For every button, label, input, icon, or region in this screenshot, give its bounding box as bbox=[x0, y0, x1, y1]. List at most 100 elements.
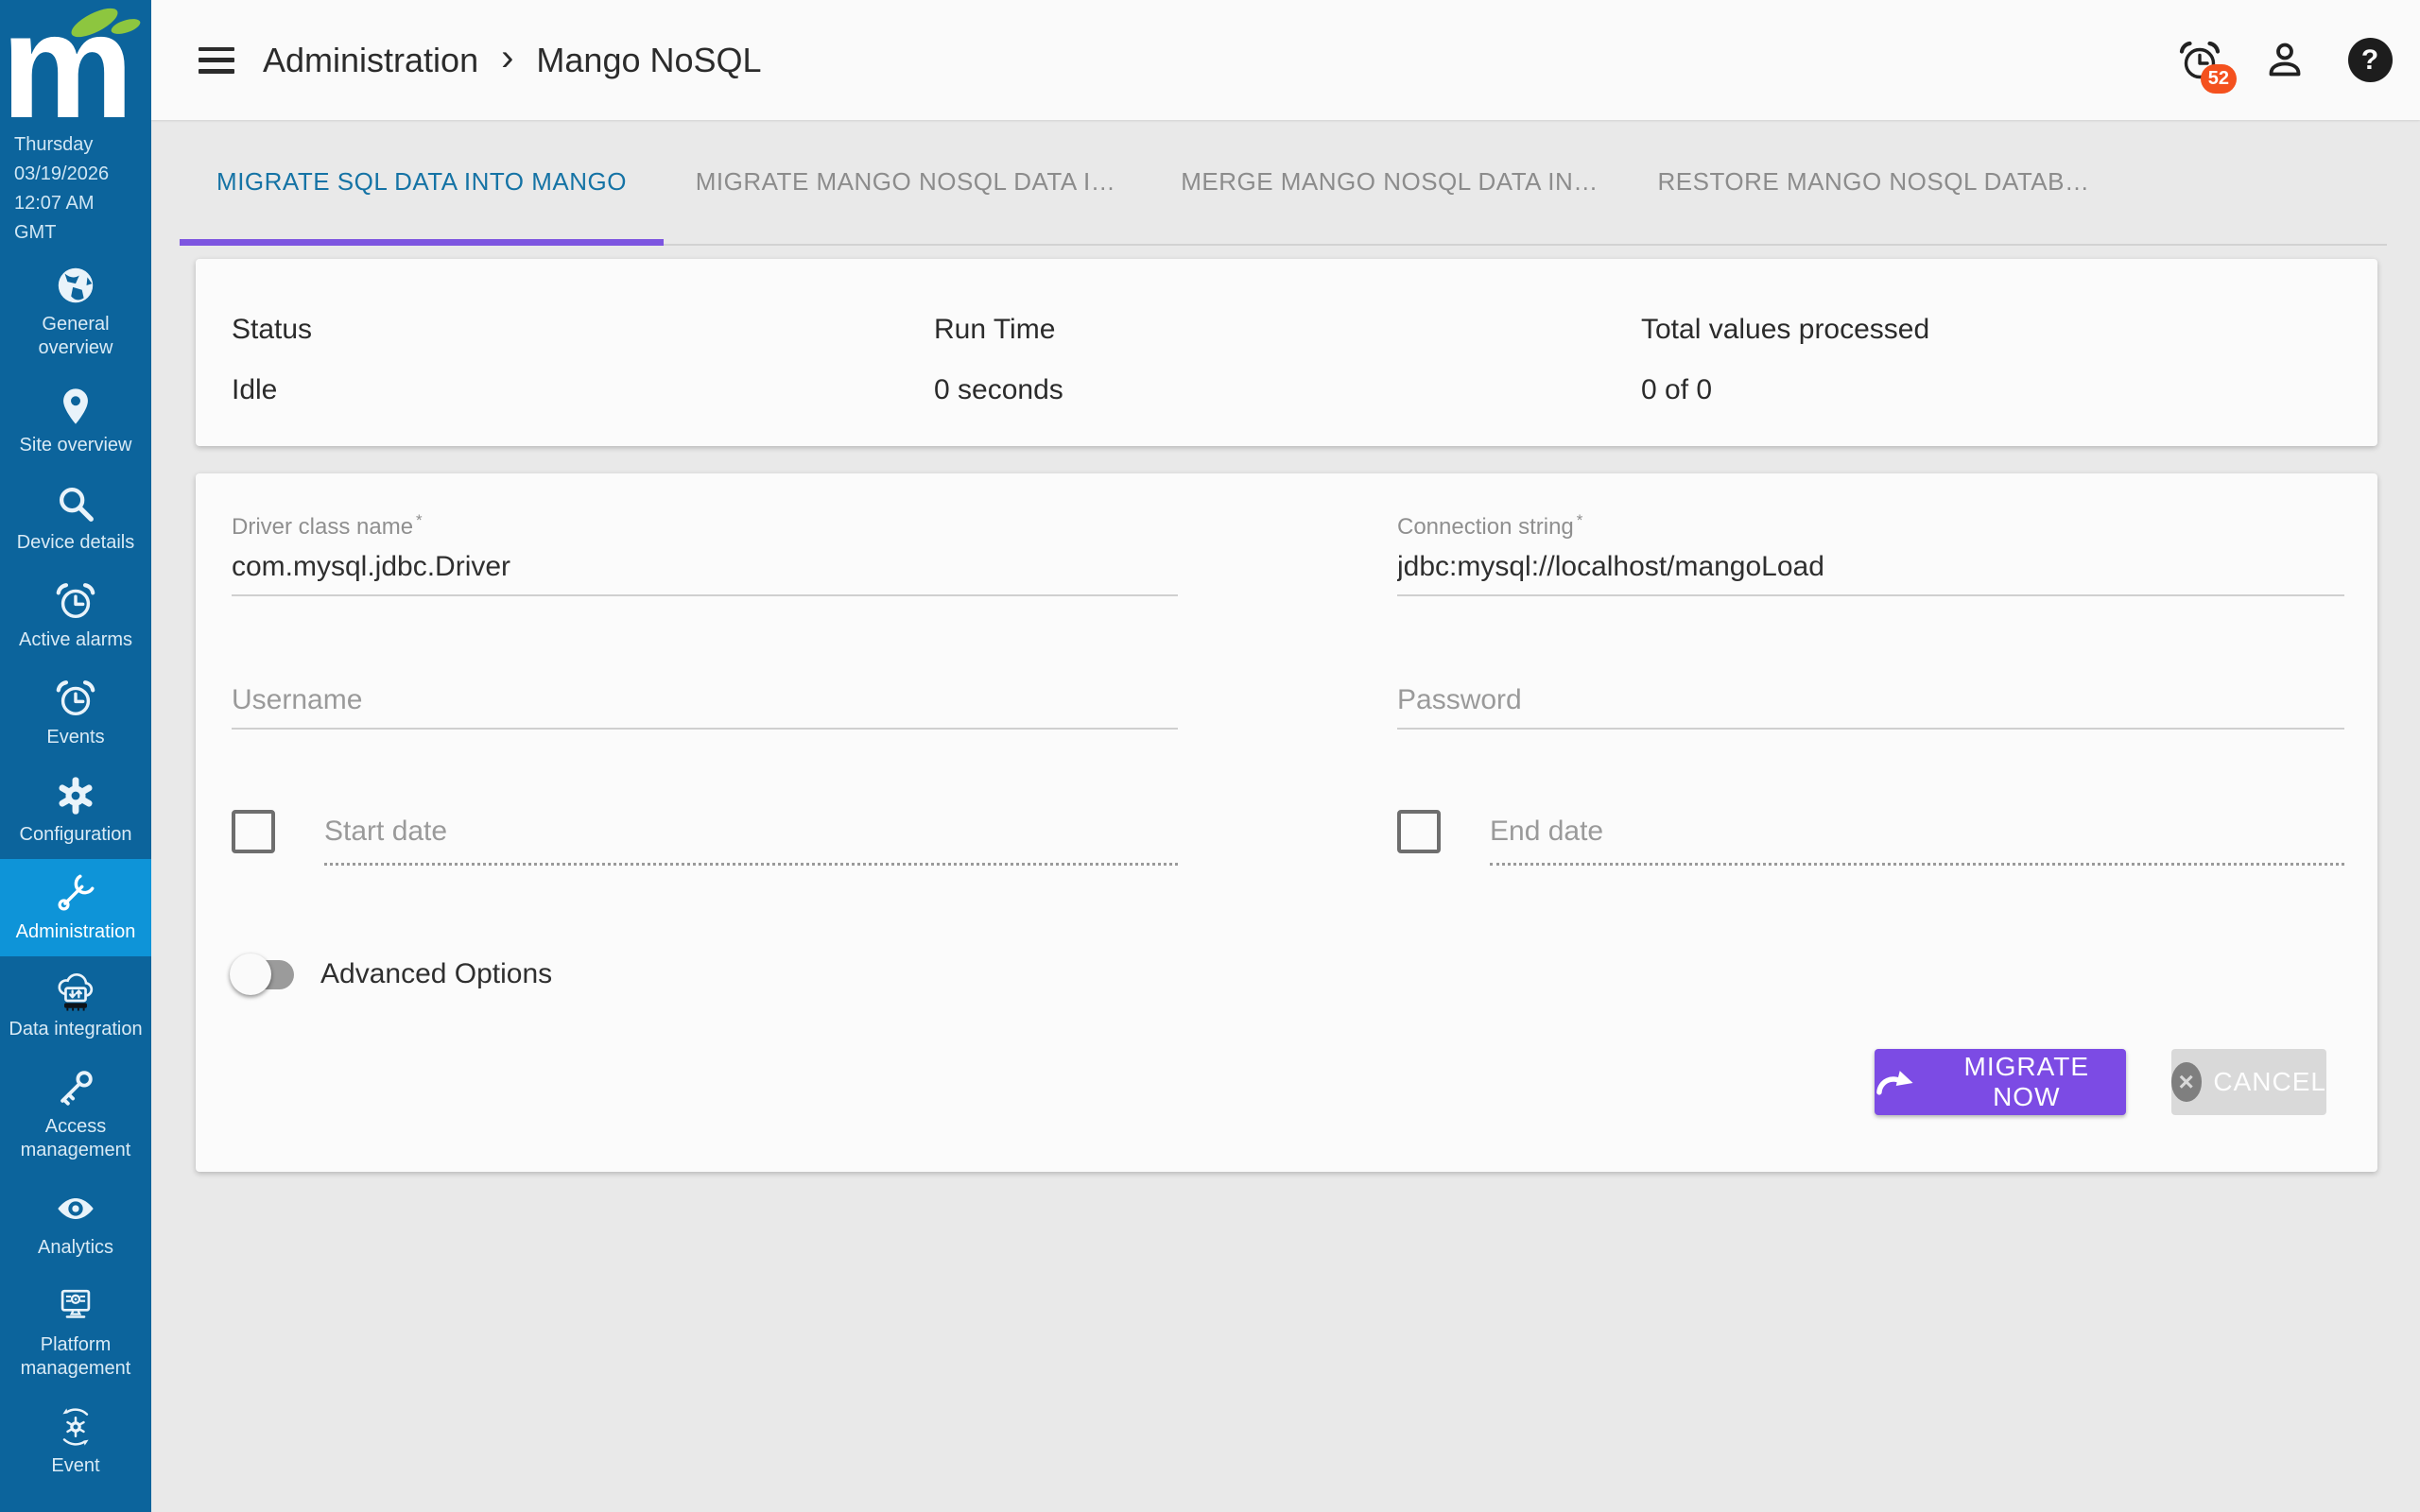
migrate-now-button[interactable]: MIGRATE NOW bbox=[1875, 1049, 2126, 1115]
driver-class-field: Driver class name* bbox=[232, 511, 1178, 596]
form-left-column: Driver class name* Start date bbox=[232, 473, 1178, 1172]
gear-arrows-icon bbox=[54, 1405, 97, 1449]
topbar-actions: 52 ? bbox=[2176, 37, 2394, 84]
tab-migrate-sql-data-into-mango[interactable]: MIGRATE SQL DATA INTO MANGO bbox=[180, 120, 664, 244]
sidebar-item-label: Event bbox=[51, 1454, 99, 1478]
run-time-column: Run Time 0 seconds bbox=[934, 259, 1063, 406]
migrate-now-label: MIGRATE NOW bbox=[1927, 1052, 2126, 1112]
sidebar-item-label: Device details bbox=[17, 531, 135, 555]
username-field bbox=[232, 683, 1178, 730]
tab-label: RESTORE MANGO NOSQL DATAB… bbox=[1658, 167, 2090, 197]
start-date-input[interactable]: Start date bbox=[324, 804, 1178, 866]
map-pin-icon bbox=[54, 385, 97, 428]
sidebar-item-site-overview[interactable]: Site overview bbox=[0, 372, 151, 470]
sidebar-item-general-overview[interactable]: General overview bbox=[0, 251, 151, 372]
cancel-label: CANCEL bbox=[2213, 1067, 2326, 1097]
alarm-clock-icon bbox=[54, 579, 97, 623]
menu-icon[interactable] bbox=[199, 47, 234, 74]
password-field bbox=[1397, 683, 2344, 730]
sidebar-item-configuration[interactable]: Configuration bbox=[0, 762, 151, 859]
sidebar-item-label: General overview bbox=[4, 313, 147, 360]
monitor-gear-icon bbox=[54, 1284, 97, 1328]
mango-logo-icon: m bbox=[0, 0, 151, 123]
tab-merge-mango-nosql-data[interactable]: MERGE MANGO NOSQL DATA IN… bbox=[1148, 120, 1632, 244]
user-button[interactable] bbox=[2261, 37, 2308, 84]
breadcrumb-current: Mango NoSQL bbox=[536, 41, 761, 80]
advanced-options-toggle[interactable] bbox=[232, 954, 294, 995]
sidebar-item-label: Administration bbox=[16, 920, 136, 944]
tab-label: MERGE MANGO NOSQL DATA IN… bbox=[1181, 167, 1599, 197]
username-input[interactable] bbox=[232, 683, 1178, 730]
run-time-label: Run Time bbox=[934, 314, 1063, 346]
cancel-button[interactable]: × CANCEL bbox=[2171, 1049, 2326, 1115]
date-timezone: GMT bbox=[14, 218, 151, 248]
breadcrumb: Administration › Mango NoSQL bbox=[263, 39, 762, 82]
sidebar-item-events[interactable]: Events bbox=[0, 664, 151, 762]
total-values-column: Total values processed 0 of 0 bbox=[1641, 259, 1929, 406]
gear-icon bbox=[54, 774, 97, 817]
sidebar-item-data-integration[interactable]: Data integration bbox=[0, 956, 151, 1054]
tab-label: MIGRATE SQL DATA INTO MANGO bbox=[216, 167, 627, 197]
sidebar-item-label: Events bbox=[46, 726, 104, 749]
sidebar-item-label: Analytics bbox=[38, 1236, 113, 1260]
server-datetime: Thursday 03/19/2026 12:07 AM GMT bbox=[0, 130, 151, 248]
run-time-value: 0 seconds bbox=[934, 374, 1063, 406]
date-time: 12:07 AM bbox=[14, 189, 151, 218]
person-icon bbox=[2262, 38, 2308, 83]
date-value: 03/19/2026 bbox=[14, 160, 151, 189]
sidebar: m Thursday 03/19/2026 12:07 AM GMT Gener… bbox=[0, 0, 151, 1512]
help-button[interactable]: ? bbox=[2346, 37, 2394, 84]
search-icon bbox=[54, 482, 97, 525]
required-asterisk: * bbox=[1577, 511, 1583, 529]
tab-bar: MIGRATE SQL DATA INTO MANGO MIGRATE MANG… bbox=[180, 120, 2387, 246]
chevron-right-icon: › bbox=[501, 39, 513, 82]
status-column: Status Idle bbox=[232, 259, 312, 406]
breadcrumb-parent[interactable]: Administration bbox=[263, 41, 478, 80]
alarm-count-badge: 52 bbox=[2201, 64, 2237, 94]
status-card: Status Idle Run Time 0 seconds Total val… bbox=[196, 259, 2377, 446]
sidebar-item-platform-management[interactable]: Platform management bbox=[0, 1272, 151, 1393]
end-date-checkbox[interactable] bbox=[1397, 810, 1441, 853]
date-weekday: Thursday bbox=[14, 130, 151, 160]
start-date-checkbox[interactable] bbox=[232, 810, 275, 853]
end-date-input[interactable]: End date bbox=[1490, 804, 2344, 866]
total-values-label: Total values processed bbox=[1641, 314, 1929, 346]
sidebar-item-label: Configuration bbox=[20, 823, 132, 847]
driver-class-input[interactable] bbox=[232, 550, 1178, 596]
sidebar-item-administration[interactable]: Administration bbox=[0, 859, 151, 956]
sidebar-item-active-alarms[interactable]: Active alarms bbox=[0, 567, 151, 664]
connection-string-field: Connection string* bbox=[1397, 511, 2344, 596]
form-buttons: MIGRATE NOW × CANCEL bbox=[1875, 1049, 2326, 1115]
svg-text:m: m bbox=[1, 0, 134, 123]
advanced-options-label: Advanced Options bbox=[320, 958, 552, 990]
password-input[interactable] bbox=[1397, 683, 2344, 730]
wrench-icon bbox=[54, 871, 97, 915]
sidebar-item-label: Data integration bbox=[9, 1018, 142, 1041]
sidebar-nav: General overview Site overview Device de… bbox=[0, 251, 151, 1490]
end-date-row: End date bbox=[1397, 804, 2344, 866]
connection-string-input[interactable] bbox=[1397, 550, 2344, 596]
start-date-row: Start date bbox=[232, 804, 1178, 866]
connection-string-label: Connection string* bbox=[1397, 511, 2344, 541]
status-value: Idle bbox=[232, 374, 312, 406]
eye-icon bbox=[54, 1187, 97, 1230]
advanced-options-row: Advanced Options bbox=[232, 954, 552, 995]
alarm-clock-icon bbox=[54, 677, 97, 720]
top-bar: Administration › Mango NoSQL 52 bbox=[151, 0, 2420, 120]
sidebar-item-label: Site overview bbox=[20, 434, 132, 457]
migrate-arrow-icon bbox=[1875, 1067, 1914, 1097]
sidebar-item-device-details[interactable]: Device details bbox=[0, 470, 151, 567]
tab-restore-mango-nosql-database[interactable]: RESTORE MANGO NOSQL DATAB… bbox=[1632, 120, 2116, 244]
sidebar-item-analytics[interactable]: Analytics bbox=[0, 1175, 151, 1272]
start-date-label: Start date bbox=[324, 816, 447, 847]
end-date-label: End date bbox=[1490, 816, 1603, 847]
tab-migrate-mango-nosql-data[interactable]: MIGRATE MANGO NOSQL DATA I… bbox=[664, 120, 1148, 244]
cancel-x-icon: × bbox=[2171, 1062, 2202, 1102]
toggle-thumb bbox=[230, 954, 271, 995]
sidebar-item-access-management[interactable]: Access management bbox=[0, 1054, 151, 1175]
alarms-button[interactable]: 52 bbox=[2176, 37, 2223, 84]
sidebar-item-label: Platform management bbox=[4, 1333, 147, 1381]
migration-form-card: Driver class name* Start date Connection… bbox=[196, 473, 2377, 1172]
mango-logo[interactable]: m bbox=[0, 0, 151, 123]
sidebar-item-event[interactable]: Event bbox=[0, 1393, 151, 1490]
